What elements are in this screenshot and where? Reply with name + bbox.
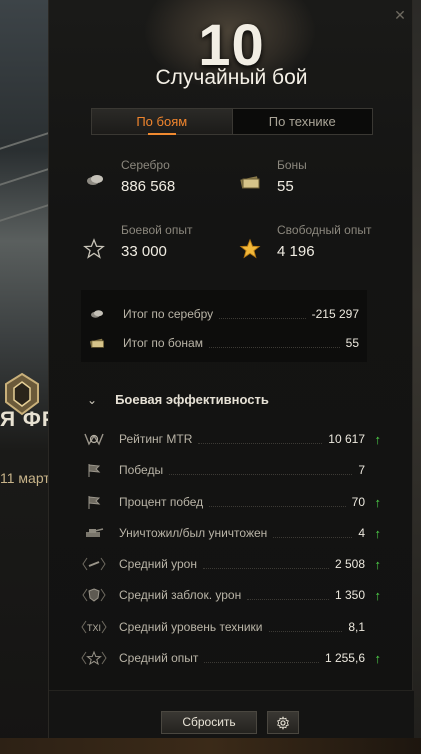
dotted-leader [204,653,319,663]
efficiency-label: Победы [119,463,164,477]
efficiency-label: Средний урон [119,557,197,571]
gear-icon [277,715,289,730]
bonds-icon [240,176,260,189]
trend-up-arrow-icon: ↑ [374,587,382,603]
dotted-leader [268,622,343,632]
total-silver-value: -215 297 [311,307,359,321]
kd-ratio-icon [81,523,107,543]
dotted-leader [209,497,346,507]
dotted-leader [273,528,353,538]
star-outline-icon [83,238,105,259]
efficiency-label: Процент побед [119,495,204,509]
efficiency-value: 4 [358,526,365,540]
efficiency-value: 10 617 [328,432,365,446]
mtr-rating-icon [81,429,107,449]
bonds-stat: Боны 55 [277,158,307,195]
tab-by-battles[interactable]: По боям [92,109,233,135]
dotted-leader [208,338,340,348]
efficiency-label: Средний заблок. урон [119,588,242,602]
efficiency-row-win-rate: Процент побед 70 ↑ [81,492,381,512]
avg-xp-icon [81,648,107,668]
dotted-leader [219,309,306,319]
blocked-damage-icon [81,585,107,605]
efficiency-value: 1 255,6 [324,651,365,665]
battle-mode-title: Случайный бой [155,66,308,89]
stats-tabs: По боям По технике [91,108,373,135]
chevron-down-icon: ⌄ [87,392,98,407]
efficiency-value: 2 508 [334,557,365,571]
efficiency-row-damage: Средний урон 2 508 ↑ [81,554,381,574]
free-xp-label: Свободный опыт [277,223,372,237]
efficiency-row-avg-xp: Средний опыт 1 255,6 ↑ [81,648,381,668]
damage-icon [81,554,107,574]
total-silver-row: Итог по серебру -215 297 [89,304,359,324]
efficiency-label: Рейтинг MTR [119,432,193,446]
efficiency-section-toggle[interactable]: ⌄ Боевая эффективность [87,392,269,407]
background-bottom-scene [0,738,421,754]
background-right-scene [413,0,421,754]
efficiency-value: 70 [351,495,365,509]
star-filled-icon [239,238,261,259]
trend-up-arrow-icon: ↑ [374,431,382,447]
efficiency-row-victories: Победы 7 [81,460,381,480]
total-bonds-value: 55 [345,336,359,350]
win-rate-flag-icon [81,492,107,512]
tab-by-vehicles[interactable]: По технике [233,109,373,134]
silver-label: Серебро [121,158,170,172]
efficiency-value: 8,1 [348,620,365,634]
dotted-leader [247,590,329,600]
tier-icon: TXI [81,617,107,637]
trend-up-arrow-icon: ↑ [374,525,382,541]
silver-value: 886 568 [121,178,176,195]
trend-up-arrow-icon: ↑ [374,650,382,666]
free-xp-stat: Свободный опыт 4 196 [277,223,371,260]
battle-xp-value: 33 000 [121,243,167,260]
bonds-value: 55 [277,178,294,195]
dotted-leader [198,434,323,444]
total-bonds-label: Итог по бонам [123,336,203,350]
efficiency-row-tier: TXI Средний уровень техники 8,1 [81,617,381,637]
efficiency-row-blocked: Средний заблок. урон 1 350 ↑ [81,585,381,605]
session-stats-panel: ✕ 10 Случайный бой По боям По технике Се… [48,0,414,738]
total-silver-label: Итог по серебру [123,307,214,321]
silver-icon [91,310,103,318]
efficiency-section-title: Боевая эффективность [115,392,269,407]
silver-stat: Серебро 886 568 [121,158,175,195]
efficiency-row-mtr: Рейтинг MTR 10 617 ↑ [81,429,381,449]
victory-flag-icon [81,460,107,480]
silver-icon [87,175,103,185]
dotted-leader [169,465,353,475]
settings-button[interactable] [267,711,299,734]
efficiency-row-kd: Уничтожил/был уничтожен 4 ↑ [81,523,381,543]
bonds-label: Боны [277,158,307,172]
svg-text:TXI: TXI [87,623,101,633]
efficiency-value: 1 350 [334,588,365,602]
background-date-text: 11 март [0,470,48,486]
total-bonds-row: Итог по бонам 55 [89,333,359,353]
battle-xp-label: Боевой опыт [121,223,193,237]
trend-up-arrow-icon: ↑ [374,556,382,572]
efficiency-label: Средний опыт [119,651,199,665]
dotted-leader [202,559,329,569]
reset-button[interactable]: Сбросить [161,711,257,734]
efficiency-value: 7 [358,463,365,477]
trend-up-arrow-icon: ↑ [374,494,382,510]
free-xp-value: 4 196 [277,243,315,260]
panel-footer: Сбросить [49,690,414,738]
battle-xp-stat: Боевой опыт 33 000 [121,223,192,260]
background-banner-text: Я ФРО [0,408,48,431]
bonds-icon [89,338,104,348]
efficiency-label: Уничтожил/был уничтожен [119,526,268,540]
efficiency-label: Средний уровень техники [119,620,263,634]
totals-box: Итог по серебру -215 297 Итог по бонам 5… [81,290,367,362]
